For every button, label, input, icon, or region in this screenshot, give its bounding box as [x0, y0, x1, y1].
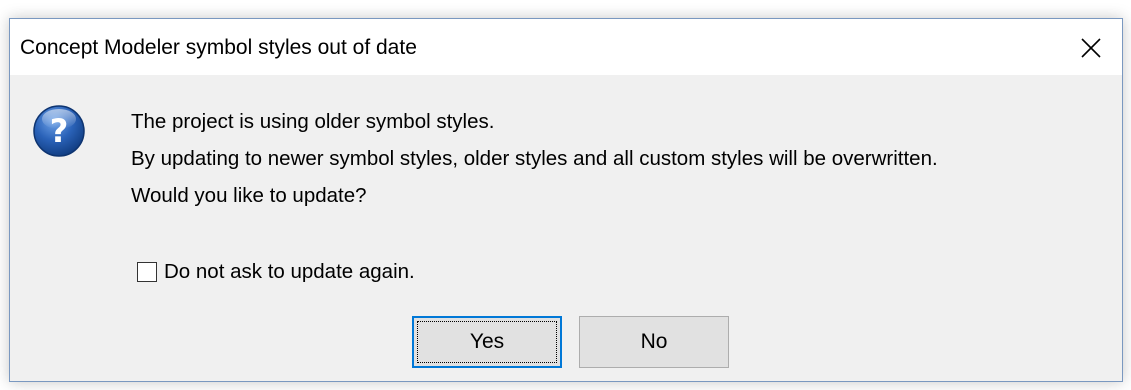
close-button[interactable] — [1062, 19, 1122, 75]
svg-text:?: ? — [50, 112, 69, 150]
do-not-ask-checkbox-row[interactable]: Do not ask to update again. — [137, 259, 415, 285]
message-line-3: Would you like to update? — [131, 184, 367, 207]
do-not-ask-checkbox[interactable] — [137, 262, 157, 282]
message-line-1: The project is using older symbol styles… — [131, 110, 495, 133]
do-not-ask-checkbox-label[interactable]: Do not ask to update again. — [164, 260, 415, 284]
question-icon: ? — [32, 104, 86, 158]
dialog-title: Concept Modeler symbol styles out of dat… — [20, 36, 417, 59]
yes-button[interactable]: Yes — [412, 316, 562, 368]
no-button-label: No — [640, 330, 668, 353]
message-line-2: By updating to newer symbol styles, olde… — [131, 147, 938, 170]
close-icon — [1081, 38, 1101, 58]
focus-ring — [417, 321, 557, 363]
no-button[interactable]: No — [579, 316, 729, 368]
message-text: The project is using older symbol styles… — [131, 103, 938, 214]
title-bar[interactable]: Concept Modeler symbol styles out of dat… — [10, 19, 1122, 75]
message-dialog: Concept Modeler symbol styles out of dat… — [9, 18, 1123, 382]
